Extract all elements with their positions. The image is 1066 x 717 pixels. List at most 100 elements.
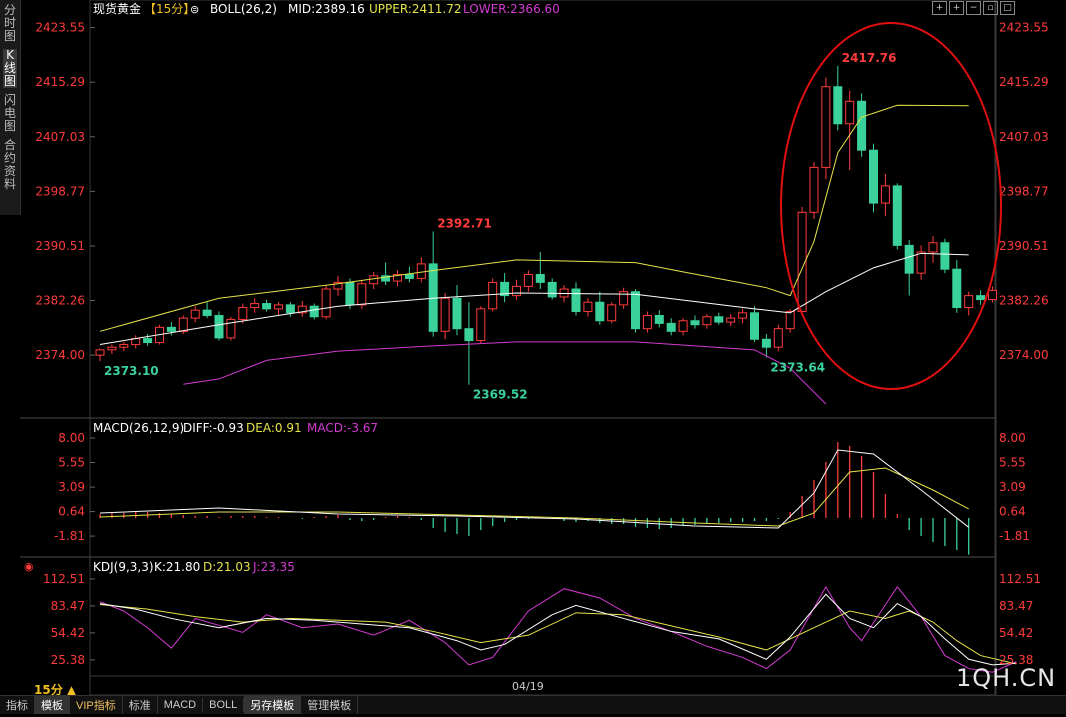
side-tab-kline[interactable]: K线图 [3, 49, 17, 88]
candle-body-55 [750, 312, 759, 340]
candle-body-66 [880, 185, 890, 204]
price-tick-right-0: 2374.00 [999, 348, 1049, 362]
kdj-tick-left-1: 54.42 [51, 626, 85, 640]
candle-body-37 [535, 273, 545, 283]
price-tick-left-2: 2390.51 [35, 239, 85, 253]
chart-canvas[interactable]: 现货黄金 【15分】 ⊜ BOLL(26,2) MID:2389.16 UPPE… [0, 0, 1066, 713]
candle-body-0 [95, 349, 105, 356]
candle-body-2 [119, 344, 129, 348]
candle-body-4 [143, 338, 153, 344]
candle-body-32 [476, 308, 486, 342]
macd-tick-right-4: 8.00 [999, 431, 1026, 445]
price-annotation-2: 2373.10 [104, 364, 159, 378]
side-tab-intraday[interactable]: 分时图 [3, 4, 17, 43]
candle-body-10 [214, 314, 224, 339]
macd-header-name: MACD(26,12,9) [93, 421, 184, 435]
bottom-tab-indicators[interactable]: 指标 [0, 696, 35, 714]
candle-body-1 [107, 346, 117, 351]
candle-body-70 [928, 242, 938, 253]
watermark-logo: 1QH.CN [956, 664, 1057, 692]
header-upper: UPPER:2411.72 [369, 2, 461, 16]
kdj-tick-left-2: 83.47 [51, 599, 85, 613]
header-period: 【15分】 [144, 2, 195, 16]
candle-body-69 [916, 251, 926, 274]
restore-icon[interactable]: ▫ [983, 1, 998, 15]
candle-body-27 [416, 263, 426, 279]
candle-body-63 [845, 100, 855, 125]
zoom-out-icon[interactable]: − [966, 1, 981, 15]
candle-body-36 [523, 273, 533, 287]
candle-body-58 [785, 310, 795, 330]
candlestick-pane[interactable]: 2392.71 2417.76 2373.10 2369.52 2373.64 [95, 51, 997, 405]
macd-tick-left-0: -1.81 [54, 529, 85, 543]
side-tab-flash[interactable]: 闪电图 [3, 94, 17, 133]
price-tick-right-4: 2407.03 [999, 130, 1049, 144]
macd-header-macd: MACD:-3.67 [307, 421, 378, 435]
kdj-header-k: K:21.80 [154, 560, 200, 574]
price-annotation-4: 2373.64 [770, 360, 825, 374]
bottom-tab-manage-template[interactable]: 管理模板 [301, 696, 359, 714]
candle-body-33 [488, 281, 498, 310]
zoom-in-icon[interactable]: + [949, 1, 964, 15]
crosshair-icon[interactable]: + [932, 1, 947, 15]
header-settings-icon[interactable]: ⊜ [190, 3, 199, 16]
kdj-target-icon[interactable]: ◉ [24, 560, 34, 573]
price-tick-right-5: 2415.29 [999, 75, 1049, 89]
kdj-d-line [99, 604, 1017, 665]
candle-body-21 [345, 281, 355, 306]
price-tick-left-4: 2407.03 [35, 130, 85, 144]
candle-body-50 [690, 320, 700, 326]
boll-upper-line [99, 104, 969, 332]
candle-body-71 [940, 242, 950, 270]
candle-body-73 [964, 295, 974, 309]
side-tab-bar: 分时图 K线图 闪电图 合约资料 [0, 0, 21, 215]
side-tab-contract[interactable]: 合约资料 [3, 139, 17, 191]
macd-tick-right-1: 0.64 [999, 505, 1026, 519]
bottom-tab-standard[interactable]: 标准 [123, 696, 158, 714]
header-lower: LOWER:2366.60 [463, 2, 560, 16]
kdj-tick-left-3: 112.51 [43, 572, 85, 586]
candle-body-22 [357, 283, 367, 306]
kdj-pane[interactable] [99, 585, 1017, 673]
kdj-j-line [99, 585, 1017, 673]
bottom-tab-templates[interactable]: 模板 [35, 696, 70, 714]
candle-body-31 [464, 328, 474, 342]
bottom-tab-save-template[interactable]: 另存模板 [244, 696, 302, 714]
macd-tick-left-3: 5.55 [58, 456, 85, 470]
price-tick-left-5: 2415.29 [35, 75, 85, 89]
candle-body-51 [702, 316, 712, 326]
candle-body-12 [238, 307, 248, 320]
chart-stage: 现货黄金 【15分】 ⊜ BOLL(26,2) MID:2389.16 UPPE… [0, 0, 1066, 714]
window-controls: + + − ▫ □ [932, 1, 1015, 15]
candle-body-35 [512, 285, 521, 297]
candle-body-64 [857, 100, 867, 151]
candle-body-13 [250, 303, 260, 309]
candle-body-57 [773, 328, 783, 348]
bottom-tab-vip[interactable]: VIP指标 [70, 696, 123, 714]
header-boll: BOLL(26,2) [210, 2, 277, 16]
price-annotation-3: 2369.52 [473, 388, 528, 402]
candle-body-56 [761, 338, 771, 348]
candle-body-47 [654, 314, 664, 324]
candle-body-23 [369, 275, 379, 285]
bottom-tab-macd[interactable]: MACD [158, 698, 204, 712]
kdj-header-j: J:23.35 [252, 560, 295, 574]
price-tick-left-3: 2398.77 [35, 184, 85, 198]
candle-body-26 [404, 273, 414, 279]
macd-header-diff: DIFF:-0.93 [183, 421, 244, 435]
candle-body-6 [166, 326, 176, 332]
kdj-tick-right-1: 54.42 [999, 626, 1033, 640]
candle-body-15 [274, 304, 283, 310]
kdj-tick-right-3: 112.51 [999, 572, 1041, 586]
candle-body-18 [309, 305, 319, 318]
maximize-icon[interactable]: □ [1000, 1, 1015, 15]
macd-pane[interactable] [99, 442, 970, 555]
candle-body-67 [892, 185, 902, 246]
price-tick-left-0: 2374.00 [35, 348, 85, 362]
candle-body-48 [666, 322, 676, 332]
bottom-tab-boll[interactable]: BOLL [203, 698, 245, 712]
candle-body-68 [904, 244, 914, 274]
kdj-header-name: KDJ(9,3,3) [93, 560, 154, 574]
candle-body-60 [809, 166, 819, 213]
candle-body-49 [678, 320, 688, 332]
